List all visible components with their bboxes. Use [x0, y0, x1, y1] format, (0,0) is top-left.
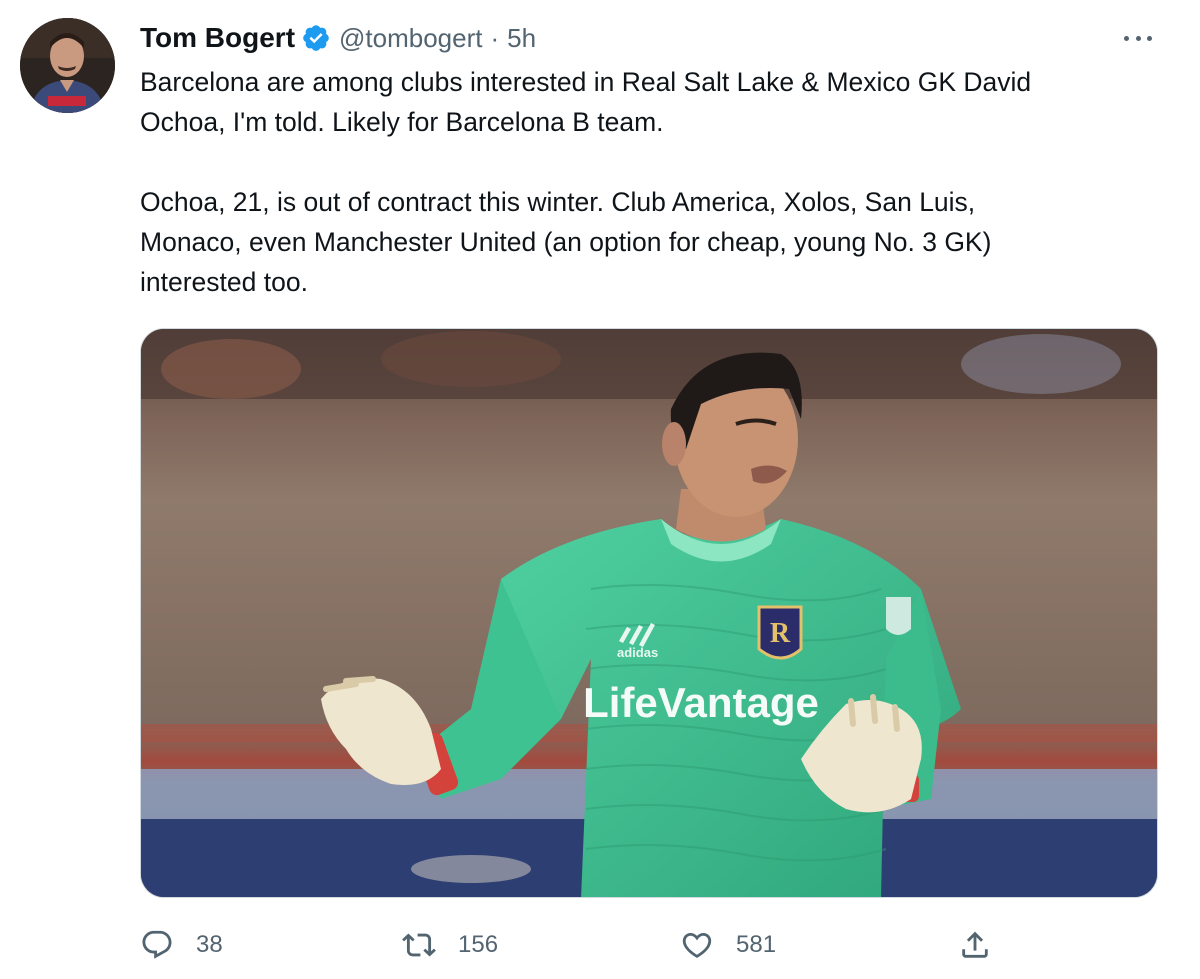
like-count: 581: [736, 931, 777, 958]
tweet-text-paragraph-1: Barcelona are among clubs interested in …: [140, 62, 1170, 142]
retweet-button[interactable]: 156: [402, 922, 498, 968]
reply-icon: [142, 930, 172, 959]
more-dot: [1124, 35, 1129, 41]
goalkeeper-photo: R adidas LifeVantage: [141, 329, 1157, 897]
jersey-sponsor-text: LifeVantage: [583, 679, 819, 726]
more-dot: [1147, 35, 1152, 41]
author-handle[interactable]: @tombogert: [339, 23, 482, 54]
like-icon: [682, 932, 712, 958]
more-options-icon[interactable]: [1118, 26, 1158, 50]
retweet-count: 156: [458, 931, 499, 958]
crest-letter: R: [770, 618, 791, 649]
verified-badge-icon: [303, 25, 329, 51]
share-button[interactable]: [958, 922, 992, 968]
author-display-name[interactable]: Tom Bogert: [140, 22, 295, 54]
tweet-text-line: Monaco, even Manchester United (an optio…: [140, 227, 992, 257]
tweet-text-paragraph-2: Ochoa, 21, is out of contract this winte…: [140, 182, 1170, 302]
tweet-text-line: interested too.: [140, 267, 308, 297]
reply-button[interactable]: 38: [140, 922, 223, 968]
share-icon: [962, 931, 988, 958]
tweet-timestamp[interactable]: 5h: [507, 23, 536, 54]
reply-count: 38: [196, 931, 223, 958]
profile-avatar[interactable]: [20, 18, 115, 113]
tweet-media-photo[interactable]: R adidas LifeVantage: [140, 328, 1158, 898]
tweet-header: Tom Bogert @tombogert · 5h: [140, 20, 536, 56]
tweet-actions-bar: 38 156 581: [140, 922, 1170, 968]
tweet-text-line: Ochoa, I'm told. Likely for Barcelona B …: [140, 107, 664, 137]
more-dot: [1135, 35, 1141, 41]
tweet-text-line: Barcelona are among clubs interested in …: [140, 67, 1032, 97]
avatar-photo: [20, 18, 115, 113]
like-button[interactable]: 581: [680, 922, 776, 968]
tweet-text-line: Ochoa, 21, is out of contract this winte…: [140, 187, 976, 217]
jersey-brand-text: adidas: [617, 645, 658, 660]
separator-dot: ·: [490, 22, 500, 53]
tweet-card[interactable]: Tom Bogert @tombogert · 5h Barcelona are…: [0, 0, 1200, 979]
retweet-icon: [402, 933, 436, 957]
